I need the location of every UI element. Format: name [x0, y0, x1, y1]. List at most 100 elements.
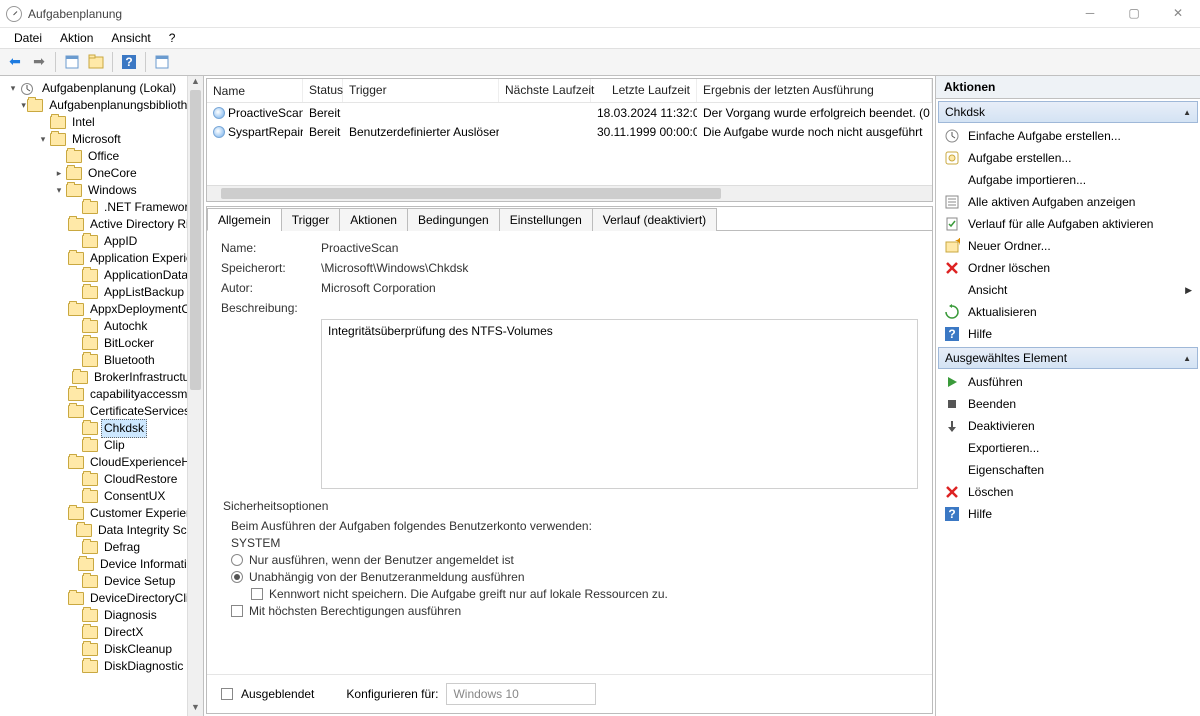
actions-selected-header[interactable]: Ausgewähltes Element▲	[938, 347, 1198, 369]
tree-microsoft[interactable]: ▾Microsoft	[2, 131, 203, 148]
tree-cloudrestore[interactable]: CloudRestore	[2, 471, 203, 488]
back-button[interactable]: ⬅	[4, 51, 26, 73]
action-alle-aktiven-aufgaben-anzeigen[interactable]: Alle aktiven Aufgaben anzeigen	[936, 191, 1200, 213]
action-ordner-l-schen[interactable]: Ordner löschen	[936, 257, 1200, 279]
action-icon	[944, 440, 960, 456]
tree-defrag[interactable]: Defrag	[2, 539, 203, 556]
tree-windows[interactable]: ▾Windows	[2, 182, 203, 199]
action-aufgabe-erstellen[interactable]: Aufgabe erstellen...	[936, 147, 1200, 169]
action-verlauf-f-r-alle-aufgaben-aktivieren[interactable]: Verlauf für alle Aufgaben aktivieren	[936, 213, 1200, 235]
action-ausf-hren[interactable]: Ausführen	[936, 371, 1200, 393]
col-result[interactable]: Ergebnis der letzten Ausführung	[697, 79, 932, 102]
tree-certificateservicesclient[interactable]: CertificateServicesClient	[2, 403, 203, 420]
actions-folder-header[interactable]: Chkdsk▲	[938, 101, 1198, 123]
folder-icon	[82, 422, 98, 435]
forward-button[interactable]: ➡	[28, 51, 50, 73]
tree-directx[interactable]: DirectX	[2, 624, 203, 641]
tree-consentux[interactable]: ConsentUX	[2, 488, 203, 505]
action-ansicht[interactable]: Ansicht▶	[936, 279, 1200, 301]
folder-icon	[82, 337, 98, 350]
tab-aktionen[interactable]: Aktionen	[339, 208, 408, 231]
table-row[interactable]: SyspartRepair BereitBenutzerdefinierter …	[207, 122, 932, 141]
toolbar-btn-2[interactable]	[85, 51, 107, 73]
minimize-button[interactable]: ─	[1068, 0, 1112, 28]
action-eigenschaften[interactable]: Eigenschaften	[936, 459, 1200, 481]
tree-capabilityaccessmanager[interactable]: capabilityaccessmanager	[2, 386, 203, 403]
action-deaktivieren[interactable]: Deaktivieren	[936, 415, 1200, 437]
tree-onecore[interactable]: ▸OneCore	[2, 165, 203, 182]
tree-active-directory-rights[interactable]: Active Directory Rights	[2, 216, 203, 233]
tree-diagnosis[interactable]: Diagnosis	[2, 607, 203, 624]
action-neuer-ordner[interactable]: ✦Neuer Ordner...	[936, 235, 1200, 257]
col-next[interactable]: Nächste Laufzeit	[499, 79, 591, 102]
action-aktualisieren[interactable]: Aktualisieren	[936, 301, 1200, 323]
toolbar-btn-1[interactable]	[61, 51, 83, 73]
menu-action[interactable]: Aktion	[52, 29, 101, 47]
tree-chkdsk[interactable]: Chkdsk	[2, 420, 203, 437]
security-title: Sicherheitsoptionen	[221, 499, 918, 513]
cb-hidden[interactable]	[221, 688, 233, 700]
task-hscroll[interactable]	[207, 185, 932, 201]
menu-view[interactable]: Ansicht	[103, 29, 158, 47]
folder-icon	[82, 286, 98, 299]
action-beenden[interactable]: Beenden	[936, 393, 1200, 415]
tree-scrollbar[interactable]: ▲▼	[187, 76, 203, 716]
description-box[interactable]: Integritätsüberprüfung des NTFS-Volumes	[321, 319, 918, 489]
value-name: ProactiveScan	[321, 241, 918, 255]
action-l-schen[interactable]: Löschen	[936, 481, 1200, 503]
menu-file[interactable]: Datei	[6, 29, 50, 47]
help-button[interactable]: ?	[118, 51, 140, 73]
tree-clip[interactable]: Clip	[2, 437, 203, 454]
tree-diskcleanup[interactable]: DiskCleanup	[2, 641, 203, 658]
cb-highest-priv[interactable]	[231, 605, 243, 617]
tree-application-experience[interactable]: Application Experience	[2, 250, 203, 267]
col-name[interactable]: Name	[207, 79, 303, 102]
tree-appxdeploymentclient[interactable]: AppxDeploymentClient	[2, 301, 203, 318]
action-exportieren[interactable]: Exportieren...	[936, 437, 1200, 459]
tree-device-setup[interactable]: Device Setup	[2, 573, 203, 590]
tab-trigger[interactable]: Trigger	[281, 208, 341, 231]
folder-icon	[66, 184, 82, 197]
tree-intel[interactable]: Intel	[2, 114, 203, 131]
tree-brokerinfrastructure[interactable]: BrokerInfrastructure	[2, 369, 203, 386]
tree-bluetooth[interactable]: Bluetooth	[2, 352, 203, 369]
tree-autochk[interactable]: Autochk	[2, 318, 203, 335]
action-hilfe[interactable]: ?Hilfe	[936, 323, 1200, 345]
cb-no-password[interactable]	[251, 588, 263, 600]
toolbar-btn-3[interactable]	[151, 51, 173, 73]
action-einfache-aufgabe-erstellen[interactable]: Einfache Aufgabe erstellen...	[936, 125, 1200, 147]
close-button[interactable]: ✕	[1156, 0, 1200, 28]
menu-help[interactable]: ?	[161, 29, 184, 47]
tree-diskdiagnostic[interactable]: DiskDiagnostic	[2, 658, 203, 675]
tree-applicationdata[interactable]: ApplicationData	[2, 267, 203, 284]
task-table-header[interactable]: Name Status Trigger Nächste Laufzeit Let…	[207, 79, 932, 103]
tab-einstellungen[interactable]: Einstellungen	[499, 208, 593, 231]
folder-icon	[68, 252, 84, 265]
tree-appid[interactable]: AppID	[2, 233, 203, 250]
tree-applistbackup[interactable]: AppListBackup	[2, 284, 203, 301]
radio-any-logon[interactable]	[231, 571, 243, 583]
tree-bitlocker[interactable]: BitLocker	[2, 335, 203, 352]
col-trigger[interactable]: Trigger	[343, 79, 499, 102]
tree-library[interactable]: ▾Aufgabenplanungsbibliothek	[2, 97, 203, 114]
tab-verlauf-deaktiviert-[interactable]: Verlauf (deaktiviert)	[592, 208, 717, 231]
action-hilfe[interactable]: ?Hilfe	[936, 503, 1200, 525]
tree-customer-experience[interactable]: Customer Experience	[2, 505, 203, 522]
tree--net-framework[interactable]: .NET Framework	[2, 199, 203, 216]
tree-office[interactable]: Office	[2, 148, 203, 165]
tab-bedingungen[interactable]: Bedingungen	[407, 208, 500, 231]
action-aufgabe-importieren[interactable]: Aufgabe importieren...	[936, 169, 1200, 191]
tree-device-information[interactable]: Device Information	[2, 556, 203, 573]
table-row[interactable]: ProactiveScan Bereit 18.03.2024 11:32:04…	[207, 103, 932, 122]
maximize-button[interactable]: ▢	[1112, 0, 1156, 28]
tab-allgemein[interactable]: Allgemein	[207, 208, 282, 231]
radio-logged-on[interactable]	[231, 554, 243, 566]
col-last[interactable]: Letzte Laufzeit	[591, 79, 697, 102]
tree-devicedirectoryclient[interactable]: DeviceDirectoryClient	[2, 590, 203, 607]
tree-data-integrity-scan[interactable]: Data Integrity Scan	[2, 522, 203, 539]
configure-for-combo[interactable]: Windows 10	[446, 683, 596, 705]
tree-cloudexperiencehost[interactable]: CloudExperienceHost	[2, 454, 203, 471]
tree-root[interactable]: ▾Aufgabenplanung (Lokal)	[2, 80, 203, 97]
cb-hidden-label: Ausgeblendet	[241, 687, 314, 701]
col-status[interactable]: Status	[303, 79, 343, 102]
